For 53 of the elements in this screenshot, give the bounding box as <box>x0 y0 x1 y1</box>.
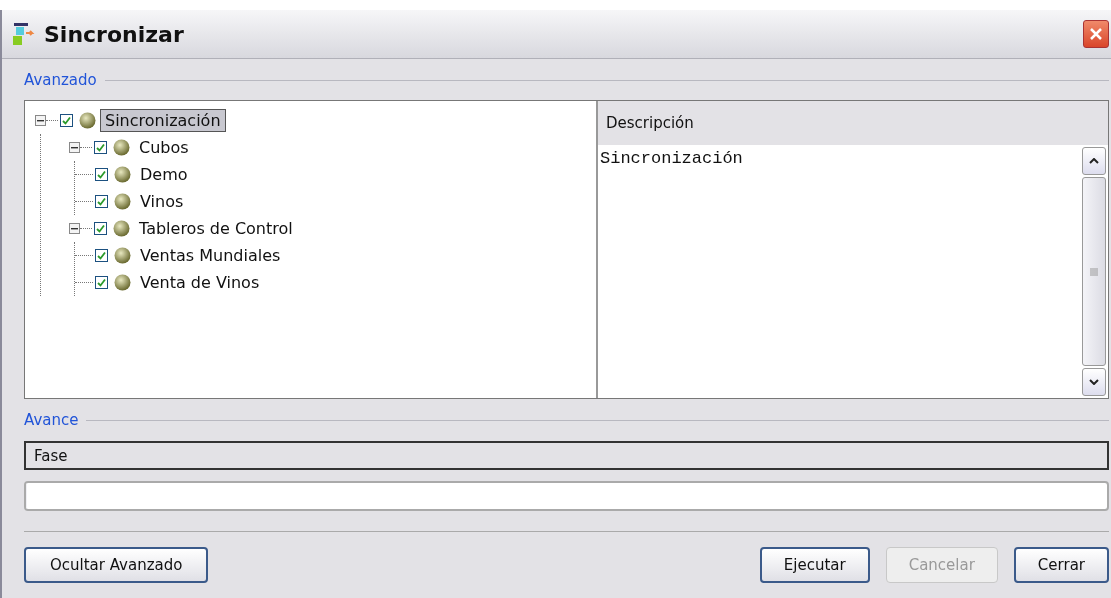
description-header: Descripción <box>598 101 1108 145</box>
sphere-icon <box>113 220 130 237</box>
checkmark-icon <box>96 143 105 152</box>
minus-icon <box>71 144 78 151</box>
checkbox[interactable] <box>94 141 107 154</box>
sync-app-icon <box>12 21 36 47</box>
checkbox[interactable] <box>95 249 108 262</box>
close-icon <box>1089 27 1103 41</box>
checkmark-icon <box>96 224 105 233</box>
chevron-down-icon <box>1089 379 1099 385</box>
sphere-icon <box>79 112 96 129</box>
section-legend: Avance <box>24 411 79 429</box>
checkmark-icon <box>62 116 71 125</box>
checkbox[interactable] <box>94 222 107 235</box>
collapse-toggle[interactable] <box>69 142 80 153</box>
sphere-icon <box>114 274 131 291</box>
minus-icon <box>71 225 78 232</box>
scroll-down-button[interactable] <box>1082 368 1106 396</box>
tree-item[interactable]: Tableros de Control <box>134 217 298 240</box>
minus-icon <box>37 117 44 124</box>
phase-label: Fase <box>24 441 1109 470</box>
dialog-button[interactable]: Ejecutar <box>759 547 870 583</box>
dialog-button[interactable]: Cerrar <box>1013 547 1109 583</box>
checkmark-icon <box>97 251 106 260</box>
grip-icon <box>1090 267 1098 276</box>
chevron-up-icon <box>1089 158 1099 164</box>
sphere-icon <box>114 193 131 210</box>
checkbox[interactable] <box>95 168 108 181</box>
close-button[interactable] <box>1083 20 1109 48</box>
collapse-toggle[interactable] <box>35 115 46 126</box>
description-text: Sincronización <box>599 148 744 170</box>
dialog-button[interactable]: Ocultar Avanzado <box>24 547 209 583</box>
section-legend: Avanzado <box>24 71 97 89</box>
sphere-icon <box>113 139 130 156</box>
tree-item[interactable]: Cubos <box>134 136 194 159</box>
checkmark-icon <box>97 197 106 206</box>
tree-item[interactable]: Vinos <box>135 190 189 213</box>
tree-item[interactable]: Sincronización <box>100 109 226 132</box>
scrollbar[interactable] <box>1082 145 1108 398</box>
checkbox[interactable] <box>60 114 73 127</box>
sphere-icon <box>114 247 131 264</box>
tree-item[interactable]: Demo <box>135 163 193 186</box>
checkbox[interactable] <box>95 276 108 289</box>
scroll-up-button[interactable] <box>1082 147 1106 175</box>
collapse-toggle[interactable] <box>69 223 80 234</box>
window-title: Sincronizar <box>44 21 185 47</box>
sphere-icon <box>114 166 131 183</box>
tree-item[interactable]: Ventas Mundiales <box>135 244 286 267</box>
checkmark-icon <box>97 170 106 179</box>
checkbox[interactable] <box>95 195 108 208</box>
tree-item[interactable]: Venta de Vinos <box>135 271 265 294</box>
checkmark-icon <box>97 278 106 287</box>
scroll-thumb[interactable] <box>1082 177 1106 366</box>
